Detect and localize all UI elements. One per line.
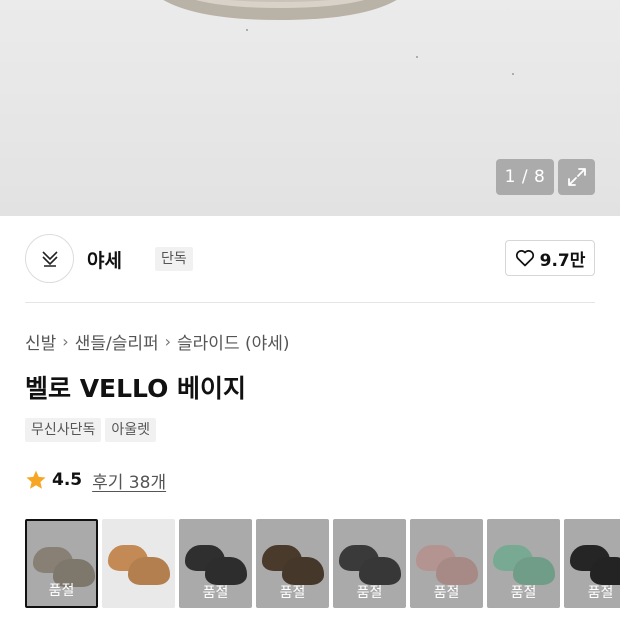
breadcrumb-item[interactable]: 신발 [25, 329, 56, 354]
chevron-right-icon: › [164, 331, 172, 351]
variant-thumbnail[interactable]: 품절 [25, 519, 98, 608]
brand-name[interactable]: 야세 [87, 246, 122, 273]
soldout-label: 품절 [587, 585, 614, 601]
soldout-label: 품절 [433, 585, 460, 601]
star-icon [26, 470, 46, 489]
soldout-label: 품절 [510, 585, 537, 601]
variant-thumbnail[interactable] [102, 519, 175, 608]
soldout-label: 품절 [48, 583, 75, 599]
rating-score: 4.5 [52, 470, 83, 490]
variant-thumbnail[interactable]: 품절 [333, 519, 406, 608]
product-tags: 무신사단독 아울렛 [25, 418, 157, 442]
exclusive-badge: 단독 [155, 247, 193, 271]
image-counter: 1 / 8 [496, 159, 554, 195]
variant-shoe-image [128, 557, 170, 585]
heart-icon [515, 250, 534, 267]
rating-summary: 4.5 후기 38개 [25, 466, 166, 494]
soldout-label: 품절 [202, 585, 229, 601]
breadcrumb-item[interactable]: 샌들/슬리퍼 [75, 329, 159, 354]
tag-musinsa-exclusive: 무신사단독 [25, 418, 102, 442]
soldout-label: 품절 [356, 585, 383, 601]
variant-thumbnail[interactable]: 품절 [256, 519, 329, 608]
expand-icon [567, 168, 586, 186]
brand-logo[interactable] [25, 234, 74, 283]
image-detail [246, 29, 248, 31]
chevron-right-icon: › [62, 331, 69, 351]
soldout-label: 품절 [279, 585, 306, 601]
tag-outlet: 아울렛 [105, 418, 157, 442]
image-detail [512, 73, 514, 75]
product-image [163, 0, 397, 20]
image-detail [416, 56, 418, 58]
expand-button[interactable] [558, 159, 595, 195]
variant-thumbnail[interactable]: 품절 [564, 519, 620, 608]
breadcrumb-item[interactable]: 슬라이드 (야세) [177, 329, 290, 354]
like-button[interactable]: 9.7만 [505, 240, 595, 276]
color-variant-list: 품절 품절 품절 품절 품절 품절 품절 [25, 519, 620, 609]
variant-thumbnail[interactable]: 품절 [179, 519, 252, 608]
product-image-gallery[interactable]: 1 / 8 [0, 0, 620, 216]
reviews-link[interactable]: 후기 38개 [92, 468, 166, 493]
variant-thumbnail[interactable]: 품절 [487, 519, 560, 608]
brand-row: 야세 단독 9.7만 [25, 234, 595, 284]
variant-thumbnail[interactable]: 품절 [410, 519, 483, 608]
brand-logo-icon [41, 250, 58, 267]
product-title: 벨로 VELLO 베이지 [25, 374, 247, 403]
divider [25, 302, 595, 303]
breadcrumb: 신발 › 샌들/슬리퍼 › 슬라이드 (야세) [25, 329, 290, 354]
like-count: 9.7만 [539, 250, 586, 271]
